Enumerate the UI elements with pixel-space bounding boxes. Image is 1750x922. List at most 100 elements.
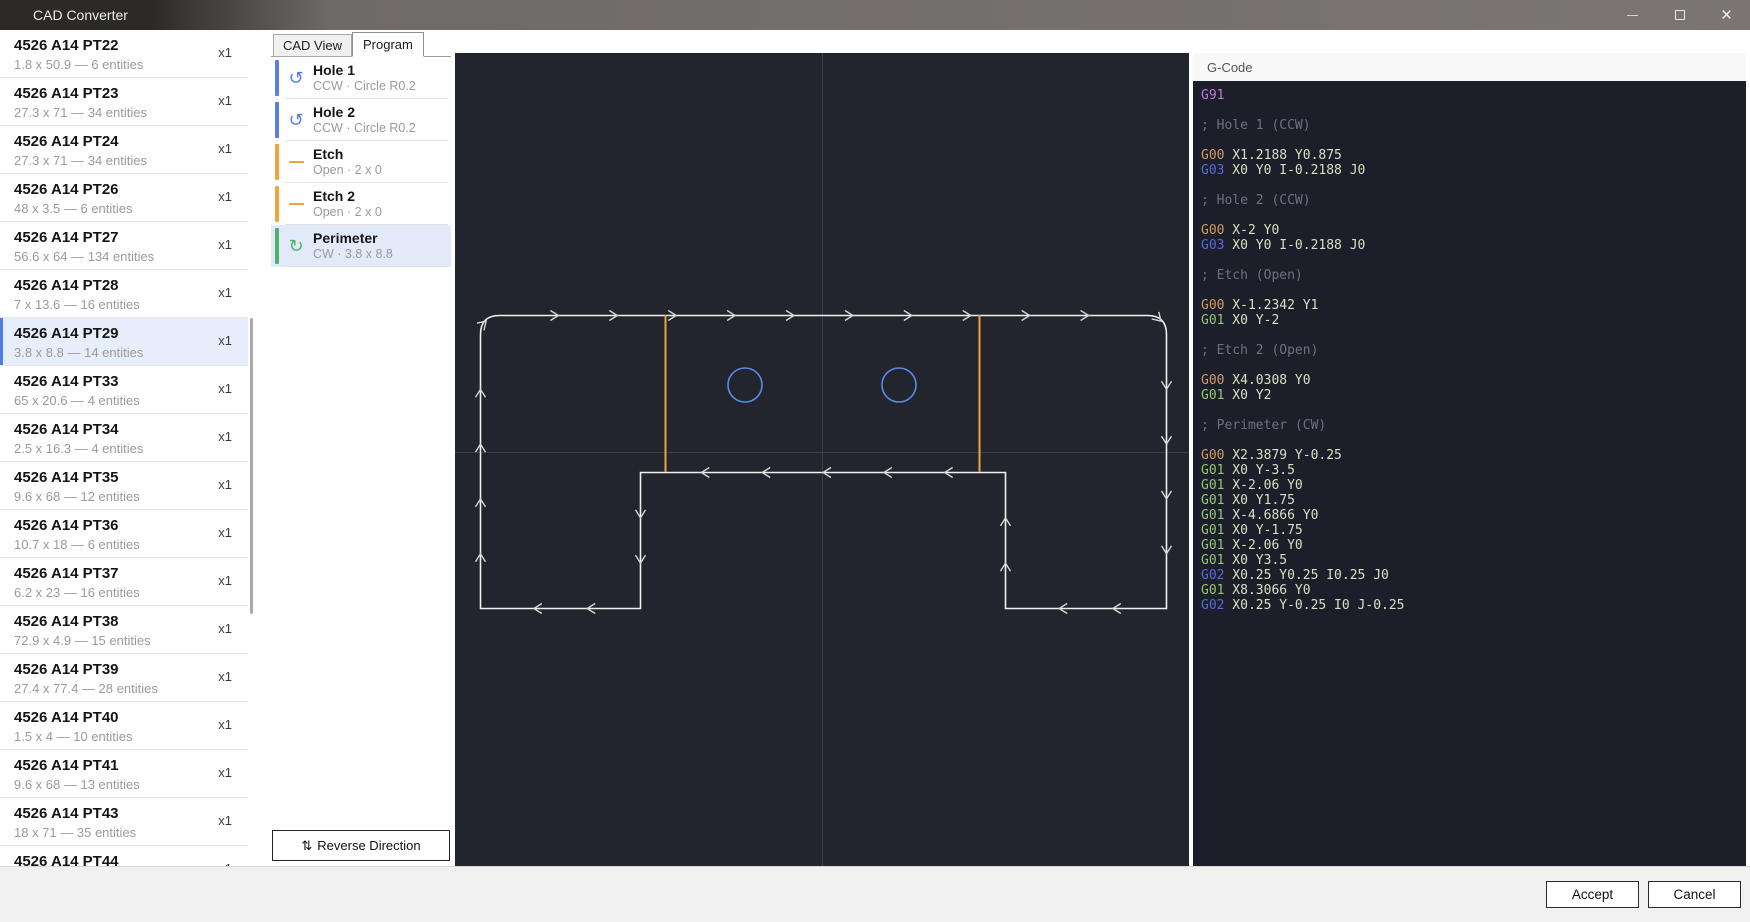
part-item[interactable]: 4526 A14 PT3365 x 20.6 — 4 entitiesx1 [0, 366, 248, 414]
operation-name: Hole 2 [313, 104, 416, 121]
part-details: 6.2 x 23 — 16 entities [14, 584, 236, 601]
gcode-line: ; Hole 2 (CCW) [1201, 193, 1746, 208]
part-quantity: x1 [218, 573, 232, 588]
gcode-line: G01 X0 Y1.75 [1201, 493, 1746, 508]
operation-item[interactable]: ↻PerimeterCW · 3.8 x 8.8 [271, 225, 451, 267]
gcode-line [1201, 133, 1746, 148]
part-quantity: x1 [218, 189, 232, 204]
gcode-line: G91 [1201, 88, 1746, 103]
operation-name: Etch [313, 146, 382, 163]
part-quantity: x1 [218, 237, 232, 252]
minimize-icon [1627, 15, 1638, 16]
operation-name: Hole 1 [313, 62, 416, 79]
part-name: 4526 A14 PT37 [14, 564, 236, 583]
operation-details: CCW · Circle R0.2 [313, 79, 416, 94]
part-item[interactable]: 4526 A14 PT3927.4 x 77.4 — 28 entitiesx1 [0, 654, 248, 702]
operations-list: ↺Hole 1CCW · Circle R0.2↺Hole 2CCW · Cir… [271, 57, 451, 267]
part-name: 4526 A14 PT23 [14, 84, 236, 103]
reverse-arrows-icon: ⇅ [301, 838, 312, 854]
minimize-button[interactable] [1609, 0, 1656, 30]
gcode-line: G03 X0 Y0 I-0.2188 J0 [1201, 238, 1746, 253]
part-details: 2.5 x 16.3 — 4 entities [14, 440, 236, 457]
part-details: 9.6 x 68 — 12 entities [14, 488, 236, 505]
gcode-line: G00 X-2 Y0 [1201, 223, 1746, 238]
part-item[interactable]: 4526 A14 PT342.5 x 16.3 — 4 entitiesx1 [0, 414, 248, 462]
gcode-line [1201, 328, 1746, 343]
part-details: 72.9 x 4.9 — 15 entities [14, 632, 236, 649]
part-item[interactable]: 4526 A14 PT2427.3 x 71 — 34 entitiesx1 [0, 126, 248, 174]
operation-item[interactable]: ↺Hole 1CCW · Circle R0.2 [271, 57, 451, 99]
cad-canvas[interactable] [455, 53, 1189, 866]
part-item[interactable]: 4526 A14 PT4318 x 71 — 35 entitiesx1 [0, 798, 248, 846]
parts-list-scrollbar[interactable] [250, 318, 253, 614]
gcode-line: G00 X-1.2342 Y1 [1201, 298, 1746, 313]
gcode-line: ; Etch (Open) [1201, 268, 1746, 283]
window-controls: × [1609, 0, 1750, 30]
part-item[interactable]: 4526 A14 PT44x1 [0, 846, 248, 866]
tab-strip: CAD ViewProgram [271, 33, 451, 57]
accept-button[interactable]: Accept [1546, 881, 1639, 908]
gcode-text[interactable]: G91 ; Hole 1 (CCW) G00 X1.2188 Y0.875 G03… [1193, 81, 1746, 866]
hole-circle [728, 368, 762, 402]
gcode-line: G01 X-2.06 Y0 [1201, 538, 1746, 553]
gcode-line [1201, 358, 1746, 373]
part-name: 4526 A14 PT39 [14, 660, 236, 679]
part-item[interactable]: 4526 A14 PT3610.7 x 18 — 6 entitiesx1 [0, 510, 248, 558]
gcode-line: G02 X0.25 Y0.25 I0.25 J0 [1201, 568, 1746, 583]
gcode-line [1201, 433, 1746, 448]
tab-program[interactable]: Program [352, 32, 424, 57]
part-name: 4526 A14 PT33 [14, 372, 236, 391]
tab-cad-view[interactable]: CAD View [273, 34, 352, 57]
reverse-direction-button[interactable]: ⇅ Reverse Direction [272, 830, 450, 861]
part-details: 56.6 x 64 — 134 entities [14, 248, 236, 265]
cad-canvas-svg [455, 53, 1189, 866]
part-quantity: x1 [218, 813, 232, 828]
titlebar[interactable]: CAD Converter × [0, 0, 1750, 30]
part-item[interactable]: 4526 A14 PT2756.6 x 64 — 134 entitiesx1 [0, 222, 248, 270]
part-item[interactable]: 4526 A14 PT376.2 x 23 — 16 entitiesx1 [0, 558, 248, 606]
part-item[interactable]: 4526 A14 PT2327.3 x 71 — 34 entitiesx1 [0, 78, 248, 126]
gcode-line: G00 X1.2188 Y0.875 [1201, 148, 1746, 163]
part-item[interactable]: 4526 A14 PT3872.9 x 4.9 — 15 entitiesx1 [0, 606, 248, 654]
part-quantity: x1 [218, 93, 232, 108]
window-title: CAD Converter [33, 7, 128, 23]
operation-accent-bar [275, 186, 279, 222]
gcode-line [1201, 253, 1746, 268]
part-details: 18 x 71 — 35 entities [14, 824, 236, 841]
gcode-title: G-Code [1207, 60, 1253, 75]
part-item[interactable]: 4526 A14 PT2648 x 3.5 — 6 entitiesx1 [0, 174, 248, 222]
part-details: 1.8 x 50.9 — 6 entities [14, 56, 236, 73]
operation-item[interactable]: Etch 2Open · 2 x 0 [271, 183, 451, 225]
maximize-button[interactable] [1656, 0, 1703, 30]
part-details: 27.4 x 77.4 — 28 entities [14, 680, 236, 697]
part-name: 4526 A14 PT36 [14, 516, 236, 535]
part-item[interactable]: 4526 A14 PT221.8 x 50.9 — 6 entitiesx1 [0, 30, 248, 78]
operation-item[interactable]: EtchOpen · 2 x 0 [271, 141, 451, 183]
parts-list: 4526 A14 PT221.8 x 50.9 — 6 entitiesx145… [0, 30, 248, 866]
gcode-line: ; Perimeter (CW) [1201, 418, 1746, 433]
part-quantity: x1 [218, 333, 232, 348]
gcode-panel-header: G-Code [1193, 53, 1746, 81]
part-item[interactable]: 4526 A14 PT359.6 x 68 — 12 entitiesx1 [0, 462, 248, 510]
cw-arrow-icon: ↻ [286, 235, 306, 257]
part-name: 4526 A14 PT28 [14, 276, 236, 295]
part-name: 4526 A14 PT38 [14, 612, 236, 631]
part-quantity: x1 [218, 525, 232, 540]
maximize-icon [1675, 10, 1685, 20]
part-quantity: x1 [218, 621, 232, 636]
gcode-line: G01 X0 Y2 [1201, 388, 1746, 403]
part-item[interactable]: 4526 A14 PT287 x 13.6 — 16 entitiesx1 [0, 270, 248, 318]
part-name: 4526 A14 PT40 [14, 708, 236, 727]
operation-item[interactable]: ↺Hole 2CCW · Circle R0.2 [271, 99, 451, 141]
close-button[interactable]: × [1703, 0, 1750, 30]
gcode-line: ; Etch 2 (Open) [1201, 343, 1746, 358]
part-quantity: x1 [218, 285, 232, 300]
gcode-line [1201, 283, 1746, 298]
part-item[interactable]: 4526 A14 PT401.5 x 4 — 10 entitiesx1 [0, 702, 248, 750]
part-item[interactable]: 4526 A14 PT419.6 x 68 — 13 entitiesx1 [0, 750, 248, 798]
cancel-button[interactable]: Cancel [1648, 881, 1741, 908]
part-quantity: x1 [218, 717, 232, 732]
part-item[interactable]: 4526 A14 PT293.8 x 8.8 — 14 entitiesx1 [0, 318, 248, 366]
gcode-line: ; Hole 1 (CCW) [1201, 118, 1746, 133]
part-details: 3.8 x 8.8 — 14 entities [14, 344, 236, 361]
